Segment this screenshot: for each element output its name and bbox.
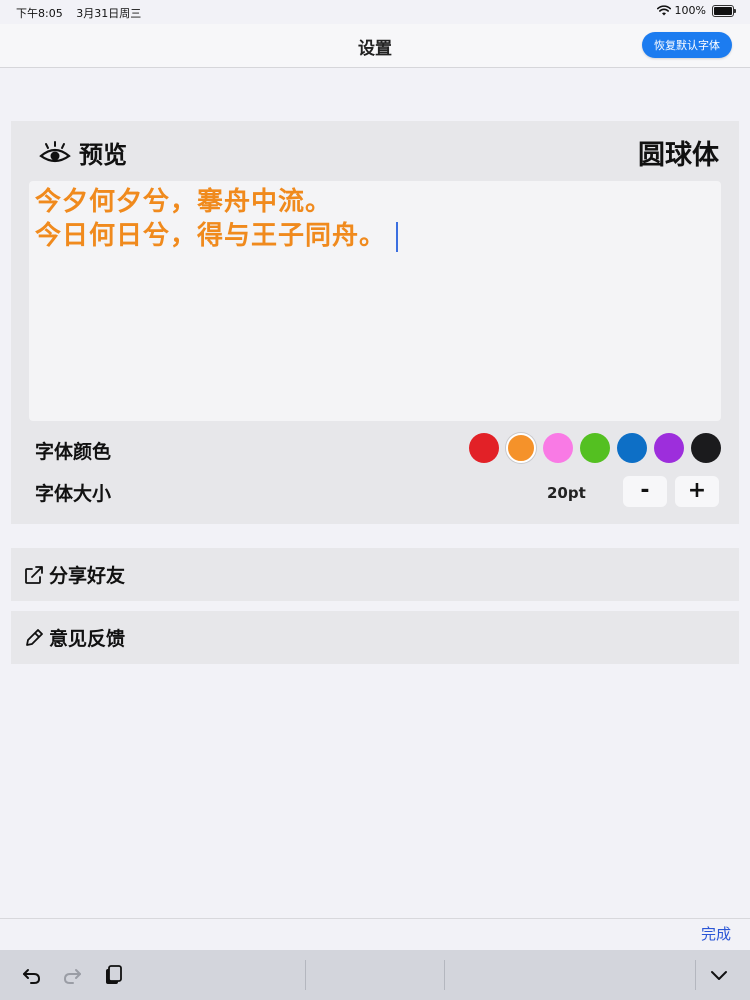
- clipboard-icon[interactable]: [100, 963, 124, 987]
- page-title: 设置: [358, 39, 392, 59]
- color-swatch-green[interactable]: [580, 433, 610, 463]
- keyboard-shortcut-bar: [0, 950, 750, 1000]
- chevron-down-icon[interactable]: [707, 963, 731, 987]
- preview-text-area[interactable]: 今夕何夕兮，搴舟中流。 今日何日兮，得与王子同舟。: [29, 181, 721, 421]
- reset-default-font-button[interactable]: 恢复默认字体: [642, 32, 732, 58]
- status-bar: 下午8:05 3月31日周三 100%: [0, 0, 750, 24]
- feedback-label: 意见反馈: [49, 628, 126, 650]
- status-date: 3月31日周三: [76, 7, 142, 20]
- preview-line: 今日何日兮，得与王子同舟。: [29, 219, 399, 253]
- font-size-increase-button[interactable]: +: [675, 476, 719, 507]
- preview-line: 今夕何夕兮，搴舟中流。: [35, 187, 333, 217]
- preview-header: 预览: [39, 135, 127, 170]
- done-button[interactable]: 完成: [701, 923, 731, 944]
- share-friends-label: 分享好友: [49, 565, 126, 587]
- font-color-label: 字体颜色: [35, 441, 112, 463]
- toolbar-divider: [695, 960, 696, 990]
- preview-line-text: 今日何日兮，得与王子同舟。: [35, 221, 387, 251]
- color-swatch-pink[interactable]: [543, 433, 573, 463]
- status-right: 100%: [656, 4, 736, 17]
- color-swatch-red[interactable]: [469, 433, 499, 463]
- wifi-icon: [656, 5, 671, 16]
- share-icon: [25, 565, 43, 584]
- undo-icon[interactable]: [20, 963, 44, 987]
- status-left: 下午8:05 3月31日周三: [16, 5, 151, 21]
- redo-icon[interactable]: [60, 963, 84, 987]
- status-time: 下午8:05: [16, 7, 63, 20]
- font-size-label: 字体大小: [35, 483, 112, 505]
- text-caret: [396, 221, 399, 252]
- current-font-name: 圆球体: [638, 140, 719, 171]
- font-size-decrease-button[interactable]: -: [623, 476, 667, 507]
- toolbar-divider: [444, 960, 445, 990]
- color-swatch-orange[interactable]: [506, 433, 536, 463]
- preview-card: 预览 圆球体 今夕何夕兮，搴舟中流。 今日何日兮，得与王子同舟。 字体颜色 字体…: [11, 121, 739, 524]
- color-swatch-black[interactable]: [691, 433, 721, 463]
- share-friends-row[interactable]: 分享好友: [11, 548, 739, 601]
- preview-lines: 今夕何夕兮，搴舟中流。 今日何日兮，得与王子同舟。: [29, 185, 399, 253]
- eye-icon: [39, 140, 71, 162]
- preview-title: 预览: [79, 141, 127, 169]
- color-swatches: [462, 433, 721, 463]
- keyboard-accessory-bar: 完成: [0, 918, 750, 951]
- pencil-icon: [26, 628, 43, 646]
- font-size-value: 20pt: [547, 484, 586, 502]
- navigation-bar: 设置 恢复默认字体: [0, 24, 750, 68]
- color-swatch-blue[interactable]: [617, 433, 647, 463]
- feedback-row[interactable]: 意见反馈: [11, 611, 739, 664]
- toolbar-divider: [305, 960, 306, 990]
- battery-icon: [712, 4, 736, 17]
- color-swatch-purple[interactable]: [654, 433, 684, 463]
- battery-percent: 100%: [674, 4, 706, 17]
